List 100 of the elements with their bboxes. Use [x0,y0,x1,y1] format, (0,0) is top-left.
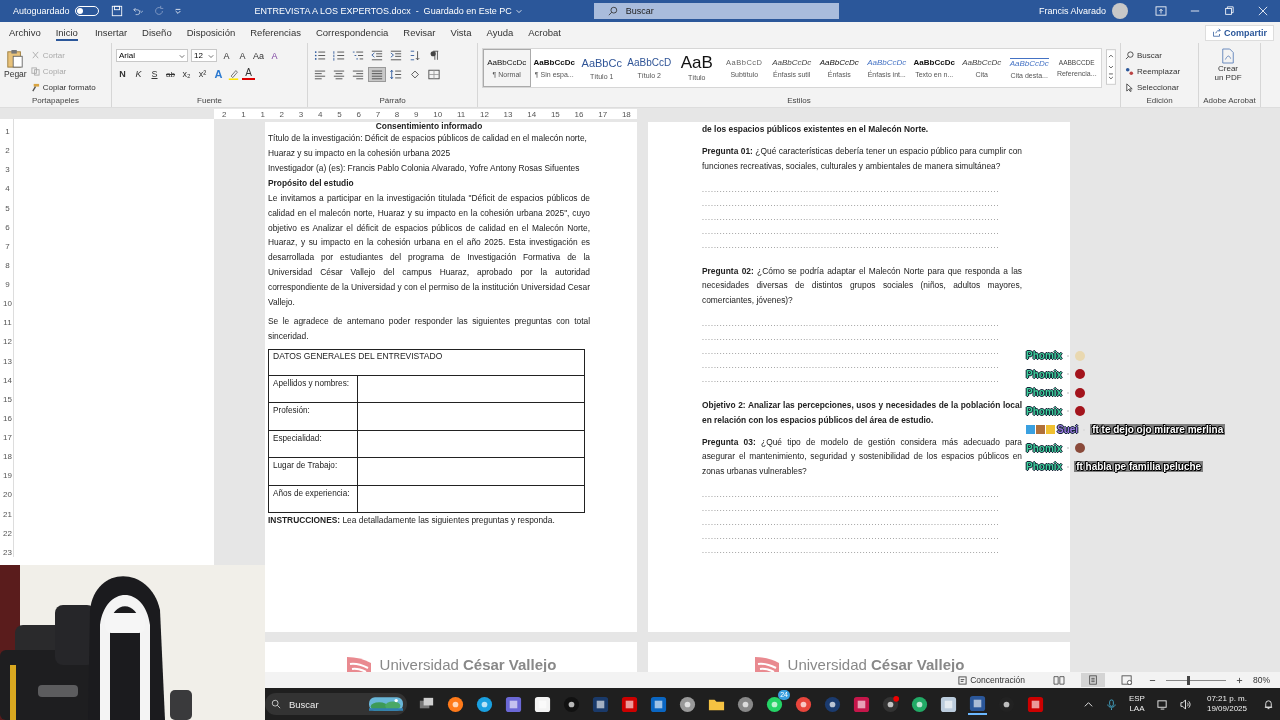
ribbon-tab[interactable]: Ayuda [486,25,521,40]
multilevel-list-icon[interactable] [350,49,366,62]
scissors-icon [30,51,40,60]
cad-app-icon[interactable] [852,694,871,714]
text-effects-button[interactable]: A [212,68,225,80]
bell-icon[interactable] [1263,698,1274,710]
find-button[interactable]: Buscar [1125,48,1194,63]
team-app-icon[interactable] [504,694,523,714]
grow-font-button[interactable]: A [220,50,233,61]
align-button[interactable] [312,68,328,81]
caret-icon [179,52,185,59]
clock[interactable]: 07:21 p. m. 19/09/2025 [1206,694,1247,714]
customize-icon[interactable] [173,7,182,15]
gallery-scroll-icon[interactable] [1106,48,1116,86]
search-field[interactable]: Buscar [593,3,839,19]
ribbon-tab[interactable]: Archivo [9,25,48,40]
group-label: Estilos [786,96,812,107]
line-spacing-icon[interactable] [388,68,404,81]
focus-button[interactable]: Concentración [958,675,1025,685]
align-button[interactable] [369,68,385,81]
ribbon-tab[interactable]: Insertar [94,25,135,40]
document-text: Título de la investigación: Déficit de espacios públicos de calidad en el malecón norte, Huaraz y su impacto en la cohesión urbana 2025 [268,132,588,160]
clipboard-icon [6,49,25,69]
instructions-text: INSTRUCCIONES: Lea detalladamente las siguientes preguntas y responda. [268,514,556,528]
numbered-list-icon[interactable] [331,49,347,62]
document-app-icon[interactable] [968,693,987,715]
ribbon-tab[interactable]: Revisar [403,25,443,40]
bold-button[interactable]: N [116,69,129,79]
caret-icon[interactable] [514,7,523,15]
zoom-in-icon[interactable] [1236,676,1243,684]
browser-icon[interactable] [446,694,465,714]
emote-icon [1074,442,1087,455]
save-icon[interactable] [110,5,123,17]
select-button[interactable]: Seleccionar [1125,80,1194,95]
align-button[interactable] [331,68,347,81]
language-indicator[interactable]: ESP LAA [1128,694,1145,714]
search-icon [271,699,281,709]
focus-icon [958,675,968,685]
shrink-font-button[interactable]: A [236,50,249,61]
format-painter-button[interactable]: Copiar formato [30,80,96,95]
font-color-button[interactable]: A [242,68,255,80]
ribbon-tab[interactable]: Referencias [250,25,308,40]
network-icon[interactable] [1156,698,1168,710]
mail-app-icon[interactable] [649,694,668,714]
group-label: Fuente [196,96,223,107]
pdf-app-icon[interactable] [1026,694,1045,714]
ribbon-display-icon[interactable] [1155,6,1167,16]
video-app-icon[interactable] [591,694,610,714]
taskbar-search-field[interactable]: Buscar [265,693,407,715]
browser-icon[interactable] [794,694,813,714]
page-heading: de los espacios públicos existentes en el Malecón Norte. [702,123,930,136]
ribbon-tab[interactable]: Inicio [55,24,78,41]
chat-username: Suei [1057,424,1079,436]
ribbon-tab[interactable]: Acrobat [528,25,568,40]
italic-button[interactable]: K [132,69,145,79]
align-button[interactable] [350,68,366,81]
globe-app-icon[interactable] [910,694,929,714]
zoom-percent[interactable]: 80% [1253,675,1270,685]
question-text: Pregunta 03: ¿Qué tipo de modelo de gestión considera más adecuado para asegurar el mantenimiento, seguridad y sostenibilidad de los espacios públicos en zonas urbanas vulnerables? [702,435,1022,479]
monitor-app-icon[interactable] [939,694,958,714]
undo-icon[interactable] [131,5,144,17]
paste-button[interactable]: Pegar [4,46,27,96]
clear-format-button[interactable]: A [268,50,281,61]
replace-button[interactable]: Reemplazar [1125,64,1194,79]
borders-icon[interactable] [426,68,442,81]
browser-icon[interactable] [475,694,494,714]
chat-username: Phomix [1026,387,1063,399]
avatar[interactable] [1112,3,1128,19]
store-app-icon[interactable] [533,694,552,714]
game-app-icon[interactable] [823,694,842,714]
decrease-indent-icon[interactable] [369,49,385,62]
question-text: Pregunta 02: ¿Cómo se podría adaptar el Malecón Norte para que responda a las necesidades diversas de distintos grupos sociales (niños, adultos mayores, comerciantes, jóvenes)? [702,264,1022,308]
superscript-button[interactable]: x² [196,69,209,79]
font-family-field[interactable]: Arial [116,49,188,62]
video-app-icon[interactable] [620,694,639,714]
increase-indent-icon[interactable] [388,49,404,62]
ribbon-tab[interactable]: Disposición [186,25,243,40]
document-text: Investigador (a) (es): Francis Pablo Colonia Alvarado, Yofre Antony Rosas Sifuentes [268,162,581,175]
view-mode-icon[interactable] [1081,673,1105,687]
create-pdf-button[interactable]: Crear un PDF [1203,46,1253,96]
chat-separator [1067,410,1070,413]
ribbon-tab[interactable]: Diseño [142,25,179,40]
bullet-list-icon[interactable] [312,49,328,62]
speaker-icon[interactable] [1179,698,1191,710]
share-button[interactable]: Compartir [1205,24,1274,41]
ribbon-tab[interactable]: Correspondencia [315,25,396,40]
underline-button[interactable]: S [148,69,161,79]
font-size-field[interactable]: 12 [191,49,217,62]
group-label: Adobe Acrobat [1203,96,1256,107]
restore-icon[interactable] [1223,6,1235,16]
change-case-button[interactable]: Aa [252,50,265,61]
ribbon-tab[interactable]: Vista [450,25,479,40]
microphone-icon[interactable] [1105,698,1117,710]
record-app-icon[interactable] [881,694,900,714]
close-icon[interactable] [1257,6,1269,16]
strikethrough-button[interactable]: ab [164,69,177,79]
highlighter-icon[interactable] [228,68,239,80]
subscript-button[interactable]: x₂ [180,69,193,79]
table-cell: Especialidad: [269,430,358,458]
emote-icon [1074,386,1087,399]
